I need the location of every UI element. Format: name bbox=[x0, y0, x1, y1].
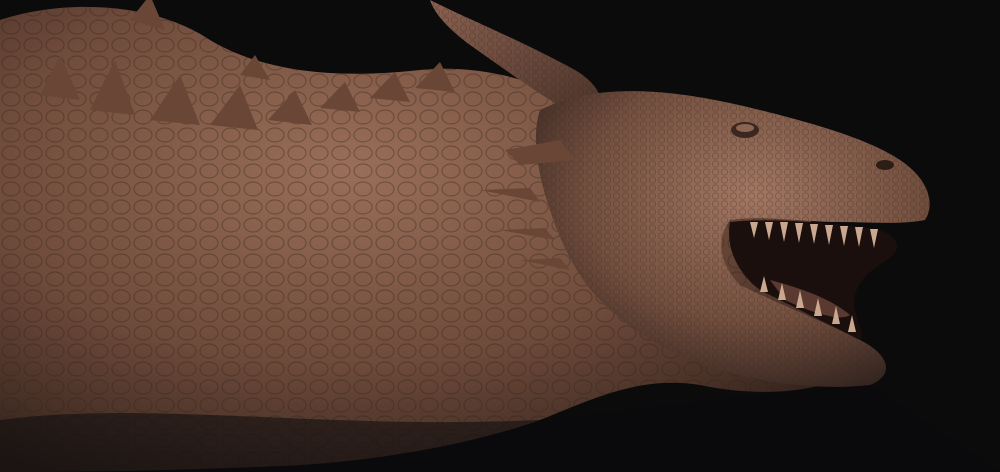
dragon-render bbox=[0, 0, 1000, 472]
render-canvas bbox=[0, 0, 1000, 472]
nostril bbox=[876, 160, 894, 170]
